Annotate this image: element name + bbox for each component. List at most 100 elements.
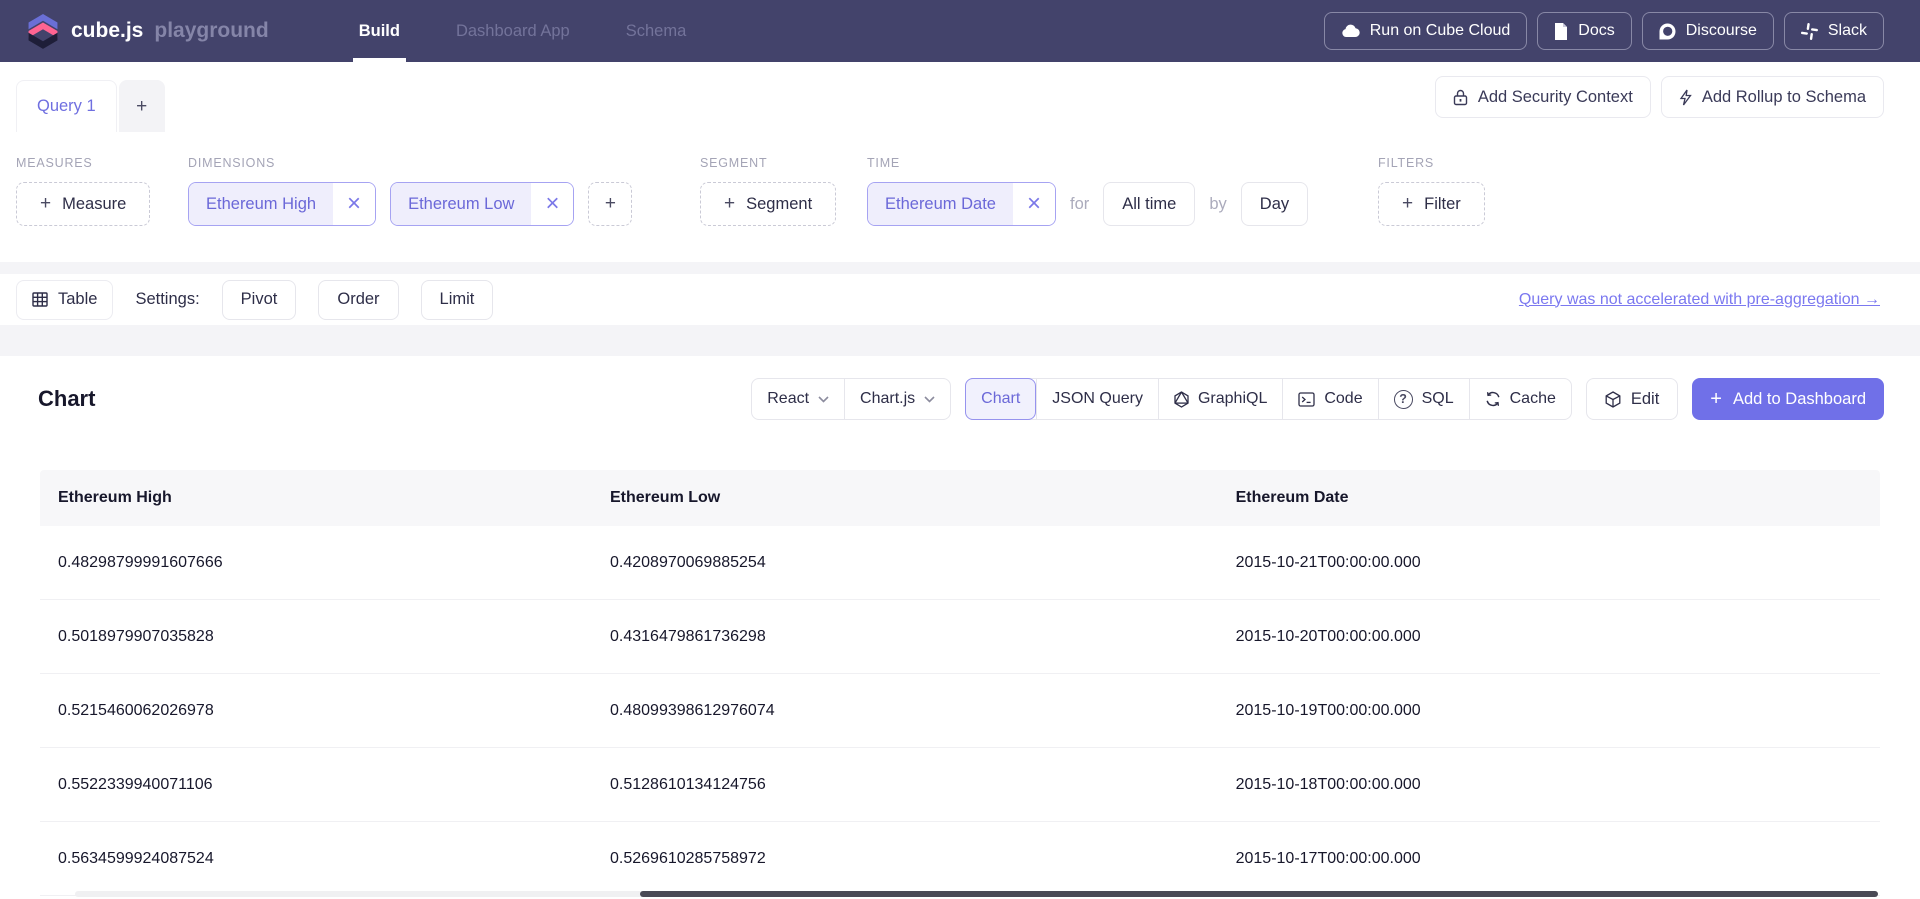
time-dimension-chip[interactable]: Ethereum Date [867, 182, 1056, 226]
nav-tab-build[interactable]: Build [331, 0, 428, 62]
result-table: Ethereum High Ethereum Low Ethereum Date… [40, 470, 1880, 896]
table-cell: 0.5634599924087524 [40, 850, 592, 868]
docs-button[interactable]: Docs [1537, 12, 1631, 50]
add-filter-button[interactable]: Filter [1378, 182, 1485, 226]
pivot-button[interactable]: Pivot [222, 280, 297, 320]
chevron-down-icon [818, 396, 829, 403]
tab-graphiql[interactable]: GraphiQL [1158, 379, 1282, 419]
measures-label: MEASURES [16, 156, 93, 170]
table-grid-icon [32, 292, 48, 307]
table-row: 0.52154600620269780.48099398612976074201… [40, 674, 1880, 748]
tab-chart[interactable]: Chart [965, 378, 1036, 420]
nav-tab-schema[interactable]: Schema [598, 0, 715, 62]
add-query-tab-button[interactable] [119, 80, 165, 132]
chip-label: Ethereum Low [391, 183, 531, 225]
question-circle-icon [1394, 390, 1413, 409]
discourse-label: Discourse [1686, 22, 1757, 40]
table-cell: 0.5269610285758972 [592, 850, 1218, 868]
segment-label: SEGMENT [700, 156, 767, 170]
view-tabs-group: Chart JSON Query GraphiQL [965, 378, 1572, 420]
close-icon [347, 192, 361, 216]
brand[interactable]: cube.js playground [26, 12, 269, 50]
brand-suffix: playground [154, 19, 268, 43]
lock-icon [1453, 89, 1468, 106]
filters-label: FILTERS [1378, 156, 1434, 170]
pre-aggregation-link[interactable]: Query was not accelerated with pre-aggre… [1519, 291, 1880, 309]
tab-sql[interactable]: SQL [1378, 379, 1469, 419]
chart-title: Chart [38, 386, 95, 412]
library-select-value: Chart.js [860, 390, 915, 408]
plus-icon [40, 193, 51, 215]
add-filter-label: Filter [1424, 195, 1461, 214]
cubejs-logo-icon [26, 12, 60, 50]
close-icon [545, 192, 559, 216]
framework-select[interactable]: React [752, 379, 844, 419]
add-segment-button[interactable]: Segment [700, 182, 836, 226]
add-to-dashboard-button[interactable]: Add to Dashboard [1692, 378, 1884, 420]
horizontal-scrollbar-thumb[interactable] [640, 891, 1878, 897]
top-navbar: cube.js playground Build Dashboard App S… [0, 0, 1920, 62]
date-range-select[interactable]: All time [1103, 182, 1195, 226]
table-row: 0.55223399400711060.51286101341247562015… [40, 748, 1880, 822]
chip-label: Ethereum Date [868, 183, 1013, 225]
run-on-cube-cloud-label: Run on Cube Cloud [1370, 22, 1511, 40]
nav-tab-dashboard-app[interactable]: Dashboard App [428, 0, 598, 62]
table-cell: 0.5215460062026978 [40, 702, 592, 720]
tab-code[interactable]: Code [1282, 379, 1377, 419]
close-icon [1027, 192, 1041, 216]
add-security-context-button[interactable]: Add Security Context [1435, 76, 1651, 118]
code-terminal-icon [1298, 392, 1315, 407]
bolt-icon [1679, 89, 1692, 106]
plus-icon [724, 193, 735, 215]
table-cell: 0.48099398612976074 [592, 702, 1218, 720]
for-connector: for [1070, 195, 1089, 214]
chart-type-table-button[interactable]: Table [16, 280, 113, 320]
brand-name: cube.js [71, 19, 143, 43]
plus-icon [136, 94, 147, 118]
granularity-select[interactable]: Day [1241, 182, 1308, 226]
add-dimension-button[interactable] [588, 182, 632, 226]
tab-code-label: Code [1324, 390, 1362, 408]
table-header-row: Ethereum High Ethereum Low Ethereum Date [40, 470, 1880, 526]
discourse-button[interactable]: Discourse [1642, 12, 1774, 50]
table-cell: 0.5128610134124756 [592, 776, 1218, 794]
limit-button[interactable]: Limit [421, 280, 494, 320]
column-header-ethereum-date[interactable]: Ethereum Date [1218, 489, 1880, 507]
add-segment-label: Segment [746, 195, 812, 214]
remove-time-dimension-button[interactable] [1013, 183, 1055, 225]
dimension-chip-ethereum-low[interactable]: Ethereum Low [390, 182, 574, 226]
tab-cache-label: Cache [1510, 390, 1556, 408]
order-button[interactable]: Order [318, 280, 398, 320]
query-tab-1[interactable]: Query 1 [16, 80, 117, 132]
settings-row: Table Settings: Pivot Order Limit Query … [0, 274, 1920, 325]
add-rollup-to-schema-label: Add Rollup to Schema [1702, 88, 1866, 107]
refresh-icon [1485, 391, 1501, 407]
slack-icon [1801, 23, 1818, 40]
table-row: 0.482987999916076660.4208970069885254201… [40, 526, 1880, 600]
remove-dimension-button[interactable] [531, 183, 573, 225]
tab-json-query[interactable]: JSON Query [1036, 379, 1158, 419]
run-on-cube-cloud-button[interactable]: Run on Cube Cloud [1324, 12, 1528, 50]
add-measure-button[interactable]: Measure [16, 182, 150, 226]
table-cell: 2015-10-20T00:00:00.000 [1218, 628, 1880, 646]
codesandbox-icon [1605, 391, 1621, 408]
navbar-actions: Run on Cube Cloud Docs Discourse [1324, 12, 1884, 50]
column-header-ethereum-high[interactable]: Ethereum High [40, 489, 592, 507]
library-select[interactable]: Chart.js [844, 379, 950, 419]
remove-dimension-button[interactable] [333, 183, 375, 225]
chart-toolbar: React Chart.js Chart JSON Query [751, 378, 1884, 420]
table-row: 0.56345999240875240.52696102857589722015… [40, 822, 1880, 896]
table-cell: 2015-10-18T00:00:00.000 [1218, 776, 1880, 794]
edit-button-label: Edit [1631, 390, 1659, 409]
edit-button[interactable]: Edit [1586, 378, 1678, 420]
table-cell: 2015-10-21T00:00:00.000 [1218, 554, 1880, 572]
column-header-ethereum-low[interactable]: Ethereum Low [592, 489, 1218, 507]
by-connector: by [1209, 195, 1226, 214]
plus-icon [605, 193, 616, 215]
chart-card: Chart React Chart.js Chart JSO [0, 356, 1920, 899]
tab-cache[interactable]: Cache [1469, 379, 1571, 419]
dimension-chip-ethereum-high[interactable]: Ethereum High [188, 182, 376, 226]
add-rollup-to-schema-button[interactable]: Add Rollup to Schema [1661, 76, 1884, 118]
slack-button[interactable]: Slack [1784, 12, 1884, 50]
chevron-down-icon [924, 396, 935, 403]
